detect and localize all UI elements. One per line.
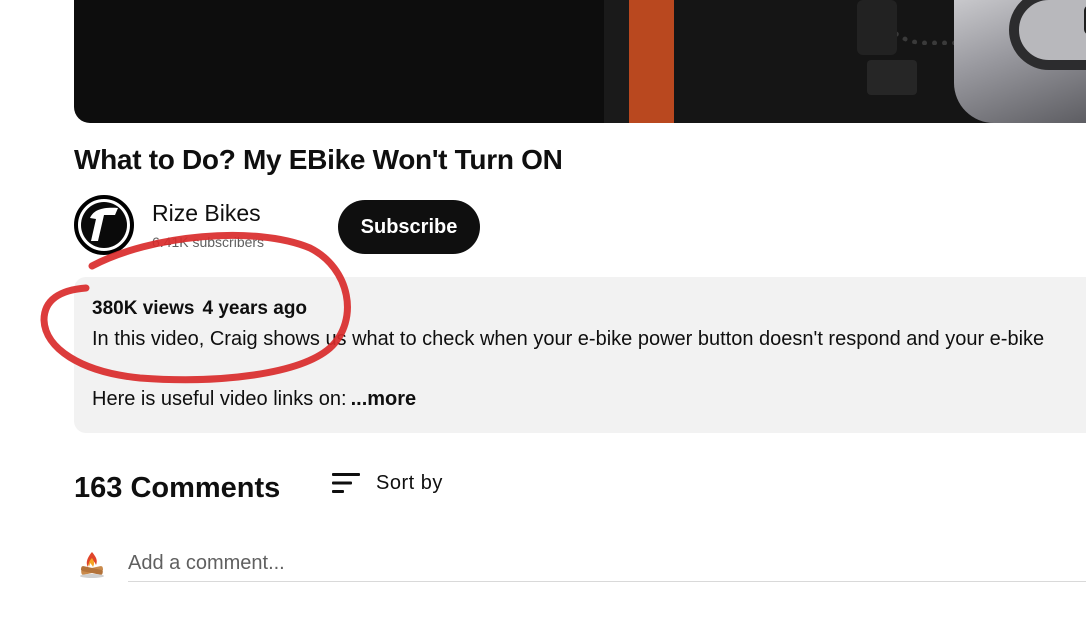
rize-logo-icon — [81, 202, 127, 248]
subscribe-button[interactable]: Subscribe — [338, 200, 480, 254]
user-avatar — [76, 548, 108, 580]
campfire-avatar-icon — [80, 552, 104, 578]
video-player[interactable] — [74, 0, 1086, 123]
channel-avatar[interactable] — [74, 195, 134, 255]
show-more-link[interactable]: ...more — [351, 388, 417, 410]
video-frame-connector — [867, 60, 917, 95]
comments-count: 163 Comments — [74, 472, 281, 504]
upload-age: 4 years ago — [202, 298, 308, 319]
description-box[interactable]: 380K views 4 years ago In this video, Cra… — [74, 277, 1086, 433]
sort-lines-icon — [332, 473, 360, 493]
video-frame-controller — [857, 0, 897, 55]
sort-by-button[interactable]: Sort by — [330, 470, 443, 496]
description-links-text: Here is useful video links on: — [92, 388, 347, 410]
video-frame-shadow — [604, 0, 629, 123]
video-title: What to Do? My EBike Won't Turn ON — [74, 144, 563, 175]
channel-name[interactable]: Rize Bikes — [152, 200, 261, 227]
sort-by-label: Sort by — [376, 471, 443, 494]
description-links-line: Here is useful video links on: ...more — [92, 388, 416, 411]
video-frame-orange-stripe — [629, 0, 674, 123]
subscriber-count: 6.41K subscribers — [152, 234, 265, 250]
add-comment-input[interactable] — [128, 546, 1086, 582]
video-meta: 380K views 4 years ago — [92, 298, 307, 320]
view-count: 380K views — [92, 298, 195, 319]
description-text: In this video, Craig shows us what to ch… — [92, 328, 1045, 350]
